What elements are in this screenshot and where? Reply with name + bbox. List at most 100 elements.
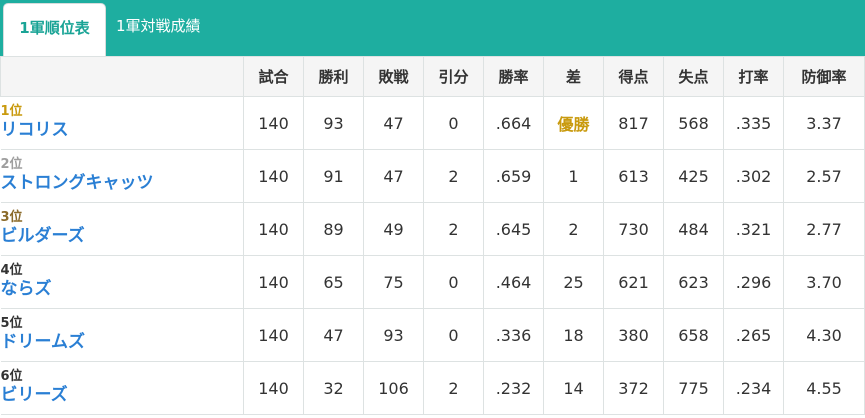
team-link[interactable]: ビリーズ <box>1 384 244 406</box>
team-cell: 3位 ビルダーズ <box>0 202 244 256</box>
table-cell: 140 <box>243 202 304 256</box>
column-header: 敗戦 <box>363 56 424 97</box>
column-header: 試合 <box>243 56 304 97</box>
table-cell: 75 <box>363 255 424 309</box>
table-cell: 775 <box>663 361 724 415</box>
team-cell: 2位 ストロングキャッツ <box>0 149 244 203</box>
table-cell: .464 <box>483 255 544 309</box>
table-cell: 25 <box>543 255 604 309</box>
table-cell: 2 <box>423 202 484 256</box>
table-cell: .232 <box>483 361 544 415</box>
table-cell: 730 <box>603 202 664 256</box>
column-header: 引分 <box>423 56 484 97</box>
team-cell: 1位 リコリス <box>0 96 244 150</box>
tab-head-to-head[interactable]: 1軍対戦成績 <box>116 0 201 56</box>
table-cell: 4.30 <box>783 308 865 362</box>
table-cell: 2 <box>423 149 484 203</box>
column-header: 打率 <box>723 56 784 97</box>
table-cell: 0 <box>423 96 484 150</box>
rank-label: 2位 <box>0 157 23 172</box>
table-cell: 47 <box>363 149 424 203</box>
column-header: 得点 <box>603 56 664 97</box>
table-row: 6位 ビリーズ 140 32 106 2 .232 14 372 775 .23… <box>0 361 865 415</box>
table-cell: 93 <box>303 96 364 150</box>
table-cell: .659 <box>483 149 544 203</box>
table-cell: .336 <box>483 308 544 362</box>
table-cell: 2 <box>543 202 604 256</box>
table-cell: 425 <box>663 149 724 203</box>
team-cell: 6位 ビリーズ <box>0 361 244 415</box>
table-cell: 47 <box>363 96 424 150</box>
rank-label: 6位 <box>0 369 23 384</box>
rank-label: 3位 <box>0 210 23 225</box>
column-header-team <box>0 56 244 97</box>
tab-bar: 1軍順位表 1軍対戦成績 <box>0 0 865 56</box>
table-cell: 2 <box>423 361 484 415</box>
table-cell: 623 <box>663 255 724 309</box>
table-cell: 140 <box>243 308 304 362</box>
table-cell: 14 <box>543 361 604 415</box>
rank-label: 4位 <box>0 263 23 278</box>
table-row: 2位 ストロングキャッツ 140 91 47 2 .659 1 613 425 … <box>0 149 865 203</box>
table-cell: 372 <box>603 361 664 415</box>
table-cell: .296 <box>723 255 784 309</box>
standings-table: 試合 勝利 敗戦 引分 勝率 差 得点 失点 打率 防御率 1位 リコリス 14… <box>0 56 865 415</box>
table-cell: 3.37 <box>783 96 865 150</box>
table-cell: 140 <box>243 96 304 150</box>
team-link[interactable]: ビルダーズ <box>1 225 244 247</box>
team-cell: 4位 ならズ <box>0 255 244 309</box>
table-row: 4位 ならズ 140 65 75 0 .464 25 621 623 .296 … <box>0 255 865 309</box>
table-cell: 2.77 <box>783 202 865 256</box>
team-link[interactable]: ストロングキャッツ <box>1 172 244 194</box>
table-row: 5位 ドリームズ 140 47 93 0 .336 18 380 658 .26… <box>0 308 865 362</box>
column-header: 防御率 <box>783 56 865 97</box>
rank-label: 5位 <box>0 316 23 331</box>
table-cell: 4.55 <box>783 361 865 415</box>
table-cell: 380 <box>603 308 664 362</box>
rank-label: 1位 <box>0 104 23 119</box>
table-cell: .302 <box>723 149 784 203</box>
table-cell: 32 <box>303 361 364 415</box>
table-cell: .265 <box>723 308 784 362</box>
column-header: 失点 <box>663 56 724 97</box>
table-cell: 0 <box>423 255 484 309</box>
team-link[interactable]: ならズ <box>1 278 244 300</box>
table-cell: 0 <box>423 308 484 362</box>
champion-label: 優勝 <box>543 96 604 150</box>
table-row: 3位 ビルダーズ 140 89 49 2 .645 2 730 484 .321… <box>0 202 865 256</box>
table-cell: 140 <box>243 149 304 203</box>
table-row: 1位 リコリス 140 93 47 0 .664 優勝 817 568 .335… <box>0 96 865 150</box>
table-cell: 2.57 <box>783 149 865 203</box>
table-cell: 65 <box>303 255 364 309</box>
table-cell: .335 <box>723 96 784 150</box>
team-link[interactable]: ドリームズ <box>1 331 244 353</box>
table-header-row: 試合 勝利 敗戦 引分 勝率 差 得点 失点 打率 防御率 <box>0 56 865 97</box>
table-cell: 140 <box>243 361 304 415</box>
column-header: 差 <box>543 56 604 97</box>
table-cell: 3.70 <box>783 255 865 309</box>
table-cell: 817 <box>603 96 664 150</box>
table-cell: .321 <box>723 202 784 256</box>
table-cell: 621 <box>603 255 664 309</box>
table-cell: 1 <box>543 149 604 203</box>
tab-standings[interactable]: 1軍順位表 <box>3 3 106 56</box>
table-cell: 484 <box>663 202 724 256</box>
table-cell: .234 <box>723 361 784 415</box>
table-cell: .645 <box>483 202 544 256</box>
table-cell: .664 <box>483 96 544 150</box>
team-link[interactable]: リコリス <box>1 119 244 141</box>
table-cell: 568 <box>663 96 724 150</box>
table-cell: 93 <box>363 308 424 362</box>
table-cell: 106 <box>363 361 424 415</box>
table-cell: 140 <box>243 255 304 309</box>
table-cell: 91 <box>303 149 364 203</box>
column-header: 勝利 <box>303 56 364 97</box>
column-header: 勝率 <box>483 56 544 97</box>
table-cell: 49 <box>363 202 424 256</box>
table-cell: 613 <box>603 149 664 203</box>
table-cell: 47 <box>303 308 364 362</box>
table-cell: 18 <box>543 308 604 362</box>
table-cell: 89 <box>303 202 364 256</box>
team-cell: 5位 ドリームズ <box>0 308 244 362</box>
table-cell: 658 <box>663 308 724 362</box>
